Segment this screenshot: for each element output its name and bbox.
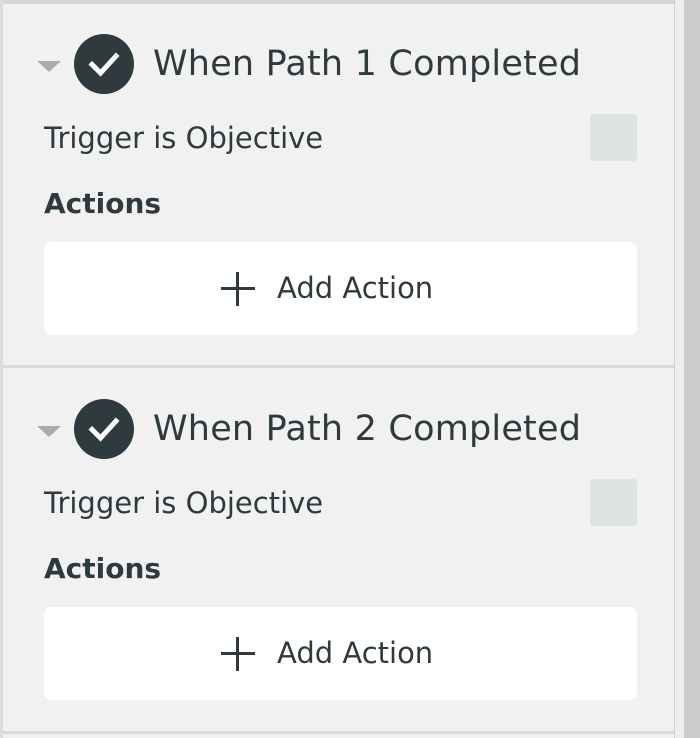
- card-divider: [3, 731, 677, 734]
- add-action-button[interactable]: Add Action: [44, 607, 637, 700]
- trigger-objective-label: Trigger is Objective: [44, 486, 324, 520]
- trigger-card: When Path 2 Completed Trigger is Objecti…: [6, 369, 677, 731]
- add-action-label: Add Action: [277, 636, 434, 670]
- plus-icon: [221, 272, 255, 306]
- check-circle-icon: [74, 34, 134, 94]
- add-action-button[interactable]: Add Action: [44, 242, 637, 335]
- trigger-card: When Path 1 Completed Trigger is Objecti…: [6, 4, 677, 366]
- trigger-objective-label: Trigger is Objective: [44, 121, 324, 155]
- chevron-down-icon[interactable]: [37, 61, 61, 72]
- trigger-header[interactable]: When Path 1 Completed: [6, 32, 666, 96]
- trigger-header[interactable]: When Path 2 Completed: [6, 397, 666, 461]
- trigger-objective-checkbox[interactable]: [590, 114, 637, 161]
- actions-heading: Actions: [44, 552, 162, 585]
- triggers-panel: When Path 1 Completed Trigger is Objecti…: [0, 0, 677, 738]
- add-action-label: Add Action: [277, 271, 434, 305]
- trigger-objective-checkbox[interactable]: [590, 479, 637, 526]
- actions-heading: Actions: [44, 187, 162, 220]
- plus-icon: [221, 637, 255, 671]
- card-divider: [3, 365, 677, 368]
- scrollbar-thumb[interactable]: [684, 0, 700, 738]
- trigger-title: When Path 2 Completed: [153, 409, 582, 449]
- check-circle-icon: [74, 399, 134, 459]
- trigger-title: When Path 1 Completed: [153, 44, 582, 84]
- chevron-down-icon[interactable]: [37, 426, 61, 437]
